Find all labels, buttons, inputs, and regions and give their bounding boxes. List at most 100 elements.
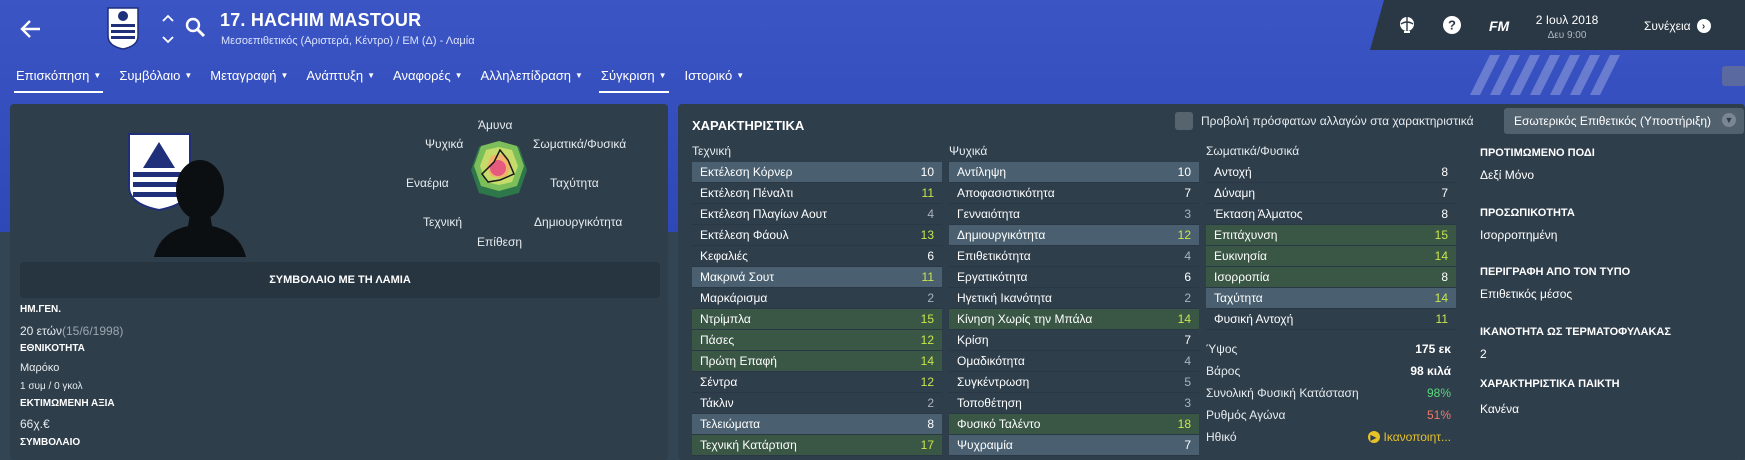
tab-comparison[interactable]: Σύγκριση ▼	[598, 68, 669, 93]
player-position: Μεσοεπιθετικός (Αριστερά, Κέντρο) / ΕΜ (…	[221, 35, 475, 47]
back-arrow-icon	[20, 20, 40, 38]
attribute-value: 11	[921, 270, 934, 284]
svg-text:?: ?	[1448, 18, 1456, 33]
attribute-row[interactable]: Κίνηση Χωρίς την Μπάλα 14	[949, 309, 1199, 330]
physical-info-value: 98%	[1426, 386, 1451, 400]
radar-label-physical: Σωματικά/Φυσικά	[533, 137, 627, 151]
attribute-row[interactable]: Τελειώματα 8	[692, 414, 942, 435]
attribute-name: Φυσικό Ταλέντο	[957, 417, 1041, 431]
recent-changes-toggle[interactable]: Προβολή πρόσφατων αλλαγών στα χαρακτηρισ…	[1175, 112, 1474, 130]
caps-value: 1 συμ / 0 γκολ	[20, 381, 83, 392]
physical-info-value: 51%	[1426, 408, 1451, 422]
traits-value: Κανένα	[1480, 402, 1520, 416]
attribute-row[interactable]: Επιθετικότητα 4	[949, 246, 1199, 267]
attribute-row[interactable]: Μαρκάρισμα 2	[692, 288, 942, 309]
attribute-row[interactable]: Ομαδικότητα 4	[949, 351, 1199, 372]
attribute-row[interactable]: Πάσες 12	[692, 330, 942, 351]
tab-reports[interactable]: Αναφορές ▼	[393, 68, 463, 93]
attribute-row[interactable]: Πρώτη Επαφή 14	[692, 351, 942, 372]
chevron-down-icon[interactable]	[162, 36, 174, 44]
radar-label-attack: Επίθεση	[477, 235, 523, 249]
attribute-row[interactable]: Αντίληψη 10	[949, 162, 1199, 183]
attribute-row[interactable]: Εκτέλεση Κόρνερ 10	[692, 162, 942, 183]
search-icon[interactable]	[184, 16, 206, 38]
attribute-row[interactable]: Εκτέλεση Πέναλτι 11	[692, 183, 942, 204]
fm-menu-button[interactable]: FM	[1489, 18, 1509, 34]
chevron-down-icon: ▼	[1722, 113, 1736, 127]
club-badge-icon	[107, 7, 139, 50]
attribute-name: Ομαδικότητα	[957, 354, 1025, 368]
physical-info-value: 98 κιλά	[1410, 364, 1451, 378]
tab-interaction[interactable]: Αλληλεπίδραση ▼	[481, 68, 583, 93]
attribute-name: Συγκέντρωση	[957, 375, 1030, 389]
attribute-row[interactable]: Φυσικό Ταλέντο 18	[949, 414, 1199, 435]
tab-history[interactable]: Ιστορικό ▼	[685, 68, 745, 93]
attribute-value: 10	[920, 165, 934, 179]
continue-label: Συνέχεια	[1644, 19, 1691, 33]
attribute-name: Αντοχή	[1214, 165, 1252, 179]
attribute-name: Τάκλιν	[700, 396, 734, 410]
physical-info: Ύψος 175 εκ Βάρος 98 κιλά Συνολική Φυσική Κα…	[1206, 338, 1451, 448]
attribute-row[interactable]: Μακρινά Σουτ 11	[692, 267, 942, 288]
attribute-value: 4	[1184, 249, 1191, 263]
tab-overview[interactable]: Επισκόπηση ▼	[13, 68, 104, 93]
attribute-row[interactable]: Εκτέλεση Φάουλ 13	[692, 225, 942, 246]
role-dropdown[interactable]: Εσωτερικός Επιθετικός (Υποστήριξη) ▼	[1504, 108, 1744, 134]
attribute-row[interactable]: Εργατικότητα 6	[949, 267, 1199, 288]
attribute-row[interactable]: Ηγετική Ικανότητα 2	[949, 288, 1199, 309]
attribute-row[interactable]: Ψυχραιμία 7	[949, 435, 1199, 456]
attribute-row[interactable]: Δύναμη 7	[1206, 183, 1456, 204]
people-icon[interactable]	[1722, 66, 1745, 86]
physical-info-row: Ρυθμός Αγώνα 51%	[1206, 404, 1451, 426]
physical-info-row: Βάρος 98 κιλά	[1206, 360, 1451, 382]
attribute-name: Ισορροπία	[1214, 270, 1270, 284]
attribute-row[interactable]: Αντοχή 8	[1206, 162, 1456, 183]
player-switch-arrows[interactable]	[160, 14, 176, 44]
attribute-row[interactable]: Ντρίμπλα 15	[692, 309, 942, 330]
checkbox[interactable]	[1175, 112, 1193, 130]
player-nav-tabs: Επισκόπηση ▼ Συμβόλαιο ▼ Μεταγραφή ▼ Ανάπτυ…	[13, 68, 762, 93]
globe-icon[interactable]	[1396, 14, 1418, 36]
attribute-row[interactable]: Δημιουργικότητα 12	[949, 225, 1199, 246]
attribute-name: Τελειώματα	[700, 417, 761, 431]
physical-info-row: Ύψος 175 εκ	[1206, 338, 1451, 360]
help-icon[interactable]: ?	[1441, 14, 1463, 36]
goalkeeping-heading: ΙΚΑΝΟΤΗΤΑ ΩΣ ΤΕΡΜΑΤΟΦΥΛΑΚΑΣ	[1480, 326, 1671, 338]
traits-heading: ΧΑΡΑΚΤΗΡΙΣΤΙΚΑ ΠΑΙΚΤΗ	[1480, 378, 1620, 390]
attribute-row[interactable]: Ταχύτητα 14	[1206, 288, 1456, 309]
attribute-row[interactable]: Τεχνική Κατάρτιση 17	[692, 435, 942, 456]
tab-development[interactable]: Ανάπτυξη ▼	[306, 68, 375, 93]
attribute-row[interactable]: Αποφασιστικότητα 7	[949, 183, 1199, 204]
attribute-name: Φυσική Αντοχή	[1214, 312, 1294, 326]
attribute-name: Έκταση Άλματος	[1214, 207, 1303, 221]
attribute-row[interactable]: Τοποθέτηση 3	[949, 393, 1199, 414]
attribute-row[interactable]: Ισορροπία 8	[1206, 267, 1456, 288]
continue-button[interactable]: Συνέχεια ›	[1644, 19, 1711, 33]
attribute-row[interactable]: Σέντρα 12	[692, 372, 942, 393]
attribute-value: 2	[1184, 291, 1191, 305]
attributes-title: ΧΑΡΑΚΤΗΡΙΣΤΙΚΑ	[692, 118, 805, 133]
attribute-row[interactable]: Κρίση 7	[949, 330, 1199, 351]
attribute-value: 7	[1441, 186, 1448, 200]
back-button[interactable]	[16, 14, 46, 44]
attribute-name: Κεφαλιές	[700, 249, 748, 263]
attribute-row[interactable]: Ευκινησία 14	[1206, 246, 1456, 267]
attribute-value: 3	[1184, 396, 1191, 410]
attribute-value: 8	[1441, 165, 1448, 179]
tab-transfer[interactable]: Μεταγραφή ▼	[210, 68, 288, 93]
tab-contract[interactable]: Συμβόλαιο ▼	[119, 68, 192, 93]
attribute-row[interactable]: Κεφαλιές 6	[692, 246, 942, 267]
attribute-row[interactable]: Έκταση Άλματος 8	[1206, 204, 1456, 225]
attribute-row[interactable]: Επιτάχυνση 15	[1206, 225, 1456, 246]
chevron-up-icon[interactable]	[162, 14, 174, 22]
attribute-name: Εκτέλεση Κόρνερ	[700, 165, 793, 179]
attribute-row[interactable]: Γενναιότητα 3	[949, 204, 1199, 225]
physical-info-value: 175 εκ	[1415, 342, 1451, 356]
attribute-row[interactable]: Φυσική Αντοχή 11	[1206, 309, 1456, 330]
attribute-row[interactable]: Τάκλιν 2	[692, 393, 942, 414]
attribute-row[interactable]: Εκτέλεση Πλαγίων Αουτ 4	[692, 204, 942, 225]
attribute-row[interactable]: Συγκέντρωση 5	[949, 372, 1199, 393]
value-heading: ΕΚΤΙΜΩΜΕΝΗ ΑΞΙΑ	[20, 398, 115, 409]
attribute-value: 6	[927, 249, 934, 263]
contract-heading: ΣΥΜΒΟΛΑΙΟ	[20, 437, 81, 448]
